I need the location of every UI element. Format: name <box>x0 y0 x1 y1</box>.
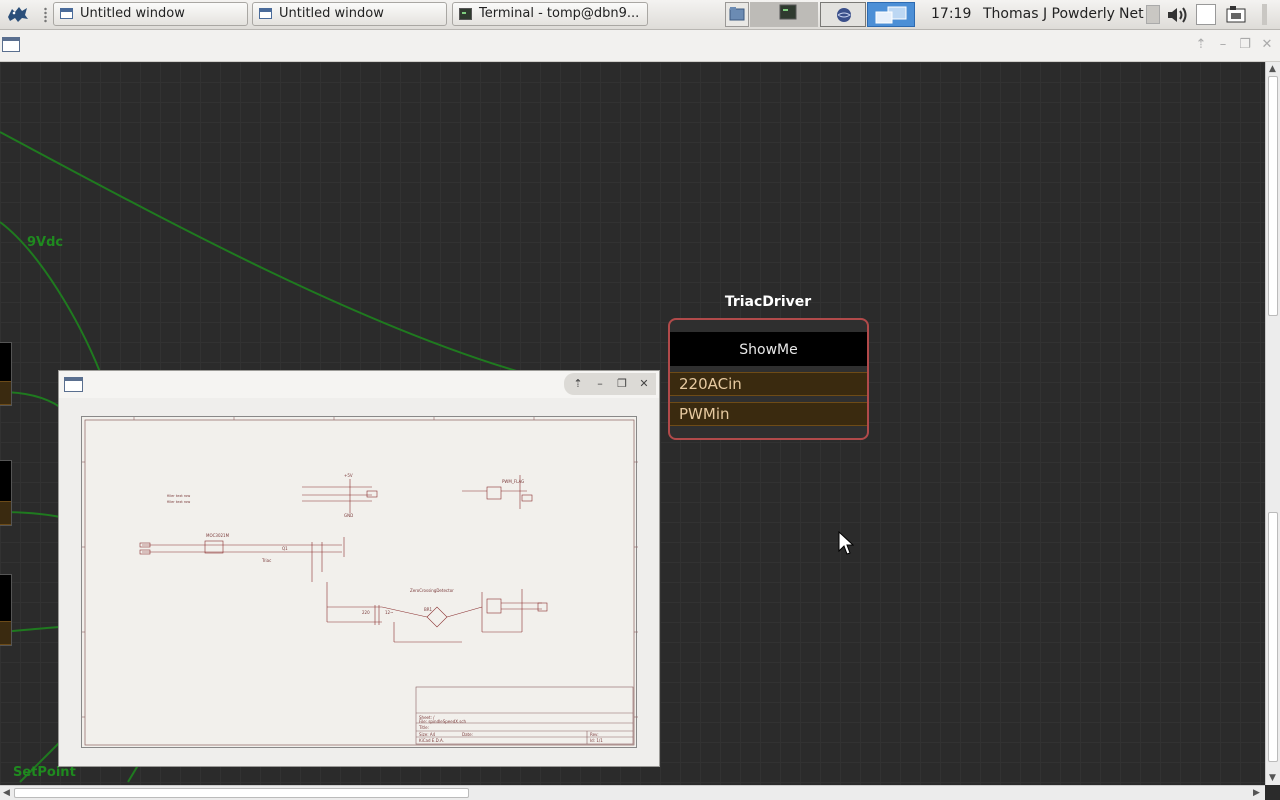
vertical-scroll-thumb[interactable] <box>1268 512 1278 762</box>
schematic-label: KiCad E.D.A. <box>419 738 444 743</box>
schematic-label: MOC3021M <box>206 533 230 538</box>
window-icon <box>60 8 73 19</box>
schematic-label: GND <box>344 513 353 518</box>
window-icon <box>259 8 272 19</box>
schematic-label: BR1 <box>424 607 433 612</box>
workspace-1[interactable] <box>725 2 749 27</box>
window-menu-icon[interactable] <box>64 377 83 392</box>
schematic-label: Id: 1/1 <box>590 738 603 743</box>
node-triacdriver[interactable]: ShowMe 220ACin PWMin <box>668 318 869 440</box>
node-port-220acin[interactable]: 220ACin <box>670 372 867 396</box>
close-icon[interactable]: ✕ <box>1259 37 1275 53</box>
scroll-down-icon[interactable]: ▼ <box>1269 773 1276 783</box>
minimize-icon[interactable]: – <box>1215 37 1231 53</box>
clock[interactable]: 17:19 <box>931 6 971 22</box>
taskbar-window-label: Untitled window <box>279 6 384 21</box>
schematic-label: Size: A4 <box>419 732 436 737</box>
offscreen-node[interactable] <box>0 574 12 646</box>
schematic-label: Triac <box>261 558 271 563</box>
taskbar-window-label: Untitled window <box>80 6 185 21</box>
scroll-left-icon[interactable]: ◀ <box>3 788 10 798</box>
schematic-label: ZeroCrossingDetector <box>410 588 454 593</box>
panel-separator[interactable] <box>44 7 47 23</box>
screenshot-icon[interactable] <box>1225 4 1247 26</box>
wire <box>0 131 521 373</box>
schematic-window-titlebar[interactable]: ⇡ – ❐ ✕ <box>59 371 659 398</box>
shade-up-icon[interactable]: ⇡ <box>1193 37 1209 53</box>
top-panel: Untitled window Untitled window Terminal… <box>0 0 1280 30</box>
window-controls: ⇡ – ❐ ✕ <box>564 373 656 395</box>
user-name[interactable]: Thomas J Powderly <box>983 6 1115 22</box>
schematic-label: 12~ <box>385 610 393 615</box>
taskbar-window-2[interactable]: Untitled window <box>252 2 447 26</box>
maximize-icon[interactable]: ❐ <box>1237 37 1253 53</box>
schematic-sheet: filler text row filler text row ZeroCros… <box>81 416 638 748</box>
schematic-window[interactable]: ⇡ – ❐ ✕ filler text row filler text row <box>58 370 660 767</box>
taskbar-window-label: Terminal - tomp@dbn9... <box>479 6 640 21</box>
schematic-label: Title: <box>418 725 429 730</box>
node-header-button[interactable]: ShowMe <box>670 332 867 366</box>
close-icon[interactable]: ✕ <box>636 376 652 392</box>
node-port-pwmin[interactable]: PWMin <box>670 402 867 426</box>
node-title: TriacDriver <box>724 294 812 310</box>
schematic-label: Date: <box>462 732 473 737</box>
vertical-scroll-thumb[interactable] <box>1268 76 1278 316</box>
schematic-label: Q1 <box>282 546 288 551</box>
wire-label-9vdc: 9Vdc <box>27 235 64 250</box>
battery-icon[interactable] <box>1196 4 1216 25</box>
taskbar-window-1[interactable]: Untitled window <box>53 2 248 26</box>
taskbar-window-terminal[interactable]: Terminal - tomp@dbn9... <box>452 2 648 26</box>
maximize-icon[interactable]: ❐ <box>614 376 630 392</box>
net-label[interactable]: Net <box>1119 6 1144 22</box>
scroll-up-icon[interactable]: ▲ <box>1269 64 1276 74</box>
shade-up-icon[interactable]: ⇡ <box>570 376 586 392</box>
window-menu-icon[interactable] <box>2 37 20 52</box>
app-titlebar: ⇡ – ❐ ✕ <box>0 30 1280 62</box>
horizontal-scroll-thumb[interactable] <box>14 788 469 798</box>
app-menu-icon[interactable] <box>5 3 31 25</box>
offscreen-node[interactable] <box>0 342 12 406</box>
schematic-label: PWM_FLAG <box>502 479 524 484</box>
schematic-label: +5V <box>344 473 353 478</box>
wire-label-setpoint: SetPoint <box>13 765 76 780</box>
network-meter-icon[interactable] <box>1146 5 1160 24</box>
schematic-label: Rev: <box>590 732 599 737</box>
minimize-icon[interactable]: – <box>592 376 608 392</box>
horizontal-scrollbar[interactable]: ◀ ▶ <box>0 785 1265 800</box>
vertical-scrollbar[interactable]: ▲ ▼ <box>1265 62 1280 785</box>
svg-text:filler text row: filler text row <box>167 494 190 498</box>
offscreen-node[interactable] <box>0 460 12 526</box>
mouse-cursor-icon <box>838 530 855 561</box>
tray-handle[interactable] <box>1262 4 1267 25</box>
workspace-4[interactable] <box>820 2 866 27</box>
workspace-2[interactable] <box>750 2 772 27</box>
schematic-label: File: spindleSpeedX.sch <box>419 719 467 724</box>
volume-icon[interactable] <box>1165 4 1189 26</box>
scroll-right-icon[interactable]: ▶ <box>1253 788 1260 798</box>
schematic-label: 220 <box>362 610 370 615</box>
workspace-5[interactable] <box>867 2 915 27</box>
terminal-icon <box>459 8 472 20</box>
workspace-3[interactable] <box>772 2 818 27</box>
svg-text:filler text row: filler text row <box>167 500 190 504</box>
